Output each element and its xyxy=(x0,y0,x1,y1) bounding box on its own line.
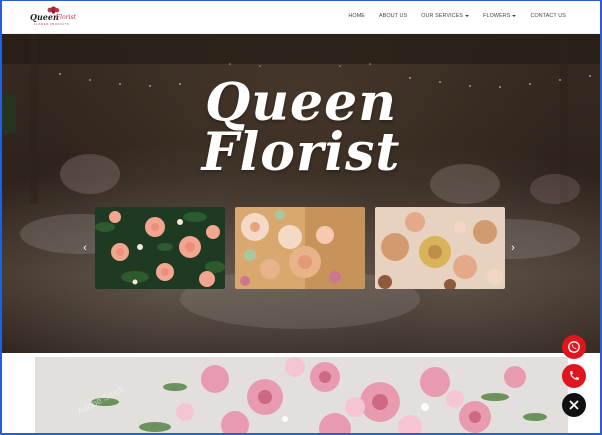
whatsapp-button[interactable] xyxy=(562,335,586,359)
featured-banner: Adobe Stock xyxy=(35,357,568,435)
brand-name-suffix: Florist xyxy=(56,14,76,21)
carousel-prev-arrow[interactable]: ‹ xyxy=(80,242,90,254)
close-icon xyxy=(569,400,579,410)
carousel-next-arrow[interactable]: › xyxy=(508,242,518,254)
hero-title-line-2: Florist xyxy=(201,122,401,183)
nav-item-home[interactable]: HOME xyxy=(348,13,365,19)
nav-item-label: ABOUT US xyxy=(378,13,408,19)
carousel-slide-ranunculus-bouquet[interactable] xyxy=(235,207,365,289)
hero-section: Queen Florist ‹ › xyxy=(0,34,602,353)
brand-logo[interactable]: Queen Florist FLOWER PRODUCTS xyxy=(30,6,76,29)
top-navbar: Queen Florist FLOWER PRODUCTS HOME ABOUT… xyxy=(0,0,602,34)
main-nav: HOME ABOUT US OUR SERVICES FLOWERS CONTA… xyxy=(334,13,566,19)
nav-item-about-us[interactable]: ABOUT US xyxy=(379,13,407,19)
hero-title-line-1: Queen xyxy=(204,72,398,133)
nav-item-our-services[interactable]: OUR SERVICES xyxy=(421,13,470,19)
caret-down-icon xyxy=(512,15,517,17)
phone-icon xyxy=(570,371,579,380)
brand-name: Queen xyxy=(30,12,59,22)
carousel-slide-peach-roses[interactable] xyxy=(95,207,225,289)
ranunculus-bouquet-photo-icon xyxy=(235,207,365,289)
carousel-slide-dried-flowers[interactable] xyxy=(375,207,505,289)
flower-carousel xyxy=(95,207,507,289)
hero-title: Queen Florist xyxy=(0,72,602,183)
nav-item-flowers[interactable]: FLOWERS xyxy=(483,13,517,19)
brand-tagline: FLOWER PRODUCTS xyxy=(34,23,70,26)
nav-item-label: CONTACT US xyxy=(530,13,566,19)
whatsapp-icon xyxy=(568,341,580,353)
nav-item-contact-us[interactable]: CONTACT US xyxy=(530,13,566,19)
dried-flower-arrangement-photo-icon xyxy=(375,207,505,289)
nav-item-label: HOME xyxy=(348,13,365,19)
nav-item-label: OUR SERVICES xyxy=(421,13,464,19)
caret-down-icon xyxy=(465,15,470,17)
close-fab-button[interactable] xyxy=(562,393,586,417)
peach-roses-photo-icon xyxy=(95,207,225,289)
nav-item-label: FLOWERS xyxy=(483,13,511,19)
call-button[interactable] xyxy=(562,364,586,388)
